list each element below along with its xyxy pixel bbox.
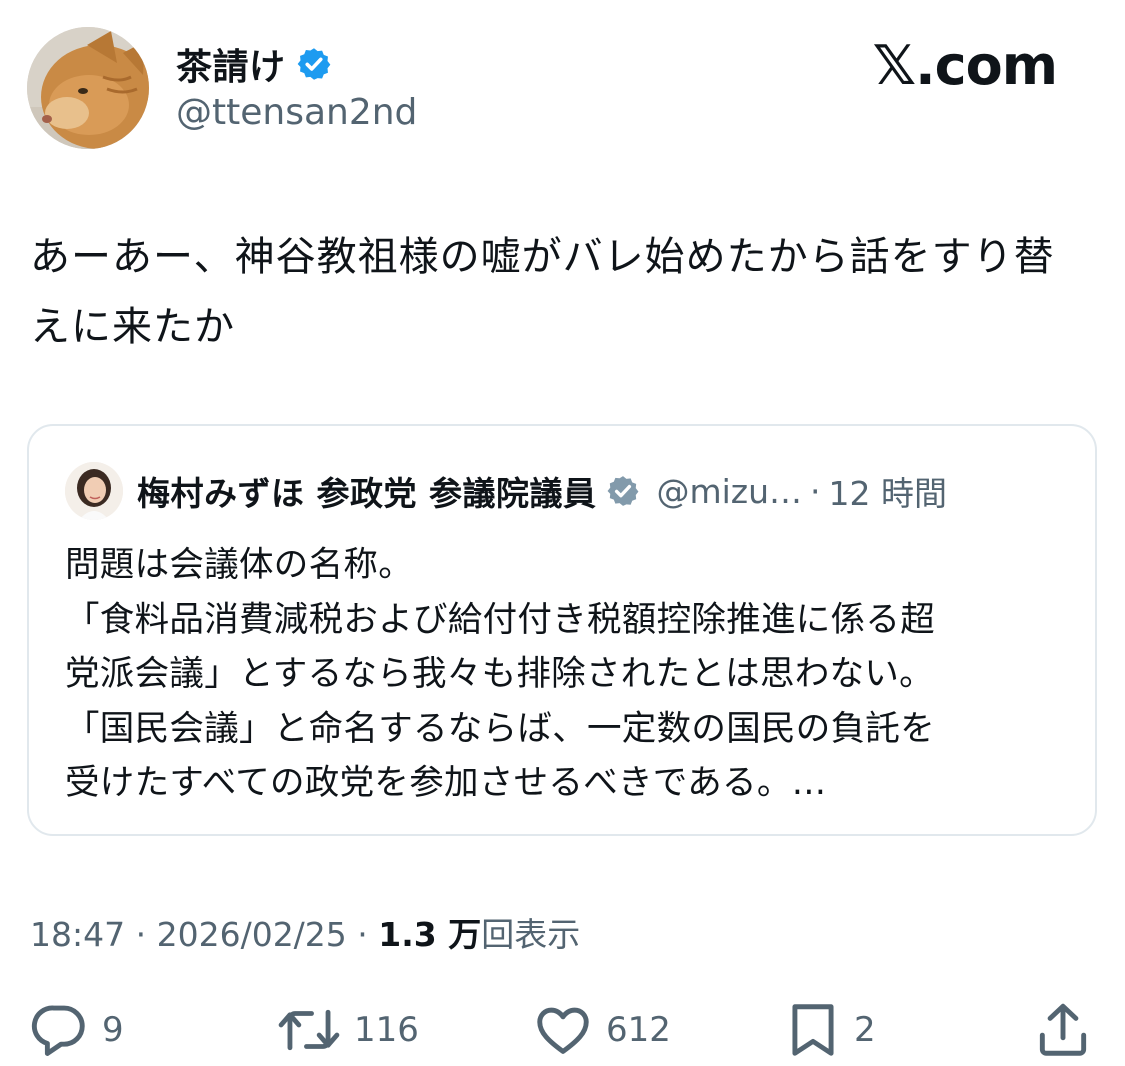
tweet-date[interactable]: 2026/02/25	[157, 915, 347, 954]
quoted-text-line: 党派会議」とするなら我々も排除されたとは思わない。	[65, 654, 934, 694]
quoted-text-line: 「国民会議」と命名するならば、一定数の国民の負託を	[65, 708, 935, 749]
quoted-tweet-card[interactable]: 梅村みずほ 参政党 参議院議員 @mizu… · 12 時間 問題は会議体の名称…	[27, 424, 1097, 836]
verified-badge-icon	[608, 476, 639, 506]
cat-avatar-image	[27, 27, 149, 149]
quoted-author-handle[interactable]: @mizu…	[656, 472, 802, 511]
bookmark-icon	[792, 1004, 834, 1056]
like-count: 612	[606, 1010, 671, 1050]
quoted-tweet-time[interactable]: 12 時間	[829, 467, 947, 515]
action-bar: 9 116 612 2	[0, 996, 1125, 1066]
quoted-tweet-header: 梅村みずほ 参政党 参議院議員 @mizu… · 12 時間	[65, 462, 947, 520]
woman-avatar-image	[65, 462, 123, 520]
tweet-text: あーあー、神谷教祖様の嘘がバレ始めたから話をすり替えに来たか	[30, 234, 1055, 350]
views-label: 回表示	[481, 915, 581, 954]
author-handle[interactable]: @ttensan2nd	[176, 92, 417, 133]
verified-badge-icon	[297, 48, 330, 80]
bookmark-count: 2	[854, 1010, 876, 1050]
share-icon	[1039, 1003, 1087, 1056]
meta-separator: ·	[346, 915, 379, 954]
repost-button[interactable]: 116	[276, 996, 419, 1064]
quoted-author-avatar[interactable]	[65, 462, 123, 520]
x-com-logo: 𝕏.com	[872, 34, 1058, 97]
quoted-text-line: 「食料品消費減税および給付付き税額控除推進に係る超	[65, 599, 935, 640]
quoted-text-line: 受けたすべての政党を参加させるべきである。…	[65, 763, 827, 803]
share-button[interactable]	[1032, 996, 1094, 1064]
quoted-text-line: 問題は会議体の名称。	[65, 545, 413, 585]
tweet-meta: 18:47 · 2026/02/25 · 1.3 万回表示	[30, 908, 580, 956]
quoted-tweet-text: 問題は会議体の名称。 「食料品消費減税および給付付き税額控除推進に係る超 党派会…	[65, 538, 1075, 811]
repost-count: 116	[354, 1010, 419, 1050]
meta-separator: ·	[125, 915, 157, 954]
views-count: 1.3 万	[378, 915, 482, 954]
quoted-author-display-name[interactable]: 梅村みずほ 参政党 参議院議員	[137, 467, 596, 515]
author-display-name[interactable]: 茶請け	[176, 38, 286, 90]
reply-button[interactable]: 9	[28, 996, 124, 1064]
like-button[interactable]: 612	[532, 996, 671, 1064]
repost-icon	[278, 1009, 340, 1051]
like-icon	[537, 1007, 589, 1054]
quoted-tweet-separator: ·	[810, 471, 821, 511]
author-avatar[interactable]	[27, 27, 149, 149]
reply-icon	[31, 1005, 85, 1056]
reply-count: 9	[102, 1010, 124, 1050]
tweet-time[interactable]: 18:47	[30, 915, 125, 954]
bookmark-button[interactable]: 2	[784, 996, 876, 1064]
author-name-row: 茶請け	[176, 40, 332, 88]
